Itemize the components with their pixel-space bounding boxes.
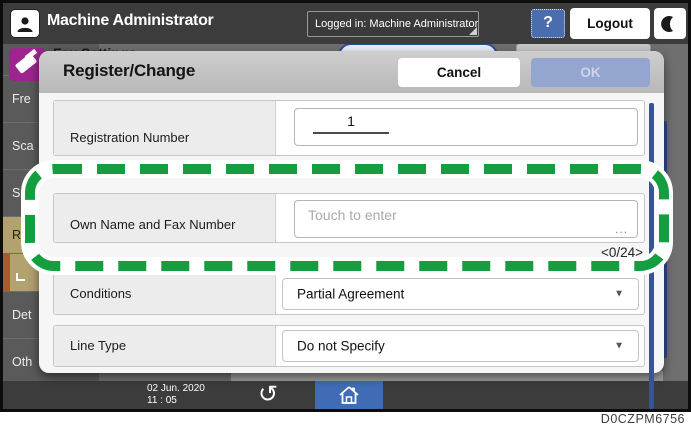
chevron-down-icon: ▼ [614, 341, 624, 352]
bottom-bar: 02 Jun. 2020 11 : 05 ↺ [3, 381, 688, 409]
field-label: Registration Number [70, 130, 189, 145]
sidebar-item-label: Sen [12, 186, 34, 200]
person-icon [15, 14, 35, 34]
device-screen-bezel: Fre Sca Sen Re Det Oth Fax Settings [0, 0, 691, 412]
sidebar-item-label: Sca [12, 139, 34, 153]
registration-number-input[interactable]: 1 [294, 108, 638, 146]
field-label-cell: Own Name and Fax Number [54, 194, 276, 242]
screenshot-page: Fre Sca Sen Re Det Oth Fax Settings [0, 0, 691, 427]
conditions-dropdown[interactable]: Partial Agreement ▼ [282, 278, 639, 310]
own-name-fax-input[interactable]: Touch to enter ... [294, 200, 638, 238]
register-change-dialog: Register/Change Cancel OK Registration N… [39, 51, 664, 373]
logged-in-dropdown[interactable]: Logged in: Machine Administrator [307, 11, 479, 37]
field-label: Line Type [70, 338, 126, 353]
sidebar-item-label: Fre [12, 92, 31, 106]
chevron-down-icon: ▼ [614, 289, 624, 300]
logout-button[interactable]: Logout [570, 8, 650, 39]
registration-number-row: Registration Number 1 [53, 100, 645, 156]
date-text: 02 Jun. 2020 [147, 383, 205, 395]
top-bar: Machine Administrator Logged in: Machine… [3, 3, 688, 44]
field-label-cell: Line Type [54, 326, 276, 366]
input-placeholder: Touch to enter [308, 207, 397, 223]
cancel-button[interactable]: Cancel [398, 58, 520, 87]
indent-arrow-icon [16, 273, 25, 281]
help-button[interactable]: ? [531, 9, 565, 38]
own-name-fax-row: Own Name and Fax Number Touch to enter .… [53, 193, 645, 243]
time-text: 11 : 05 [147, 395, 205, 407]
line-type-row: Line Type Do not Specify ▼ [53, 325, 645, 367]
sidebar-item-label: Oth [12, 355, 32, 369]
back-button[interactable]: ↺ [243, 381, 293, 409]
field-label: Own Name and Fax Number [70, 217, 235, 232]
conditions-row: Conditions Partial Agreement ▼ [53, 273, 645, 315]
field-label-cell: Registration Number [54, 101, 276, 155]
field-label-cell: Conditions [54, 274, 276, 314]
ellipsis-indicator: ... [615, 222, 628, 236]
dropdown-value: Do not Specify [297, 339, 385, 354]
user-name: Machine Administrator [47, 12, 213, 30]
logged-in-label: Logged in: Machine Administrator [315, 18, 478, 30]
dropdown-value: Partial Agreement [297, 287, 404, 302]
figure-reference-code: D0CZPM6756 [601, 412, 685, 426]
field-label: Conditions [70, 286, 131, 301]
energy-saver-button[interactable] [654, 8, 686, 39]
dialog-header: Register/Change Cancel OK [39, 51, 664, 93]
device-screen: Fre Sca Sen Re Det Oth Fax Settings [3, 3, 688, 409]
home-button[interactable] [315, 381, 383, 409]
range-hint: <1 - 250> [459, 158, 643, 172]
count-hint: <0/24> [459, 245, 643, 260]
fold-corner-icon [469, 27, 477, 35]
line-type-dropdown[interactable]: Do not Specify ▼ [282, 330, 639, 362]
sidebar-item-label: Re [12, 228, 28, 242]
datetime-display: 02 Jun. 2020 11 : 05 [147, 383, 205, 407]
user-button[interactable] [10, 9, 40, 38]
sidebar-item-label: Det [12, 308, 31, 322]
dialog-scrollbar[interactable] [649, 103, 654, 409]
dialog-title: Register/Change [63, 61, 195, 81]
moon-icon [661, 15, 679, 33]
back-arrow-icon: ↺ [258, 381, 278, 408]
registration-number-value: 1 [313, 113, 389, 134]
ok-button[interactable]: OK [531, 58, 650, 87]
home-icon [338, 385, 360, 405]
